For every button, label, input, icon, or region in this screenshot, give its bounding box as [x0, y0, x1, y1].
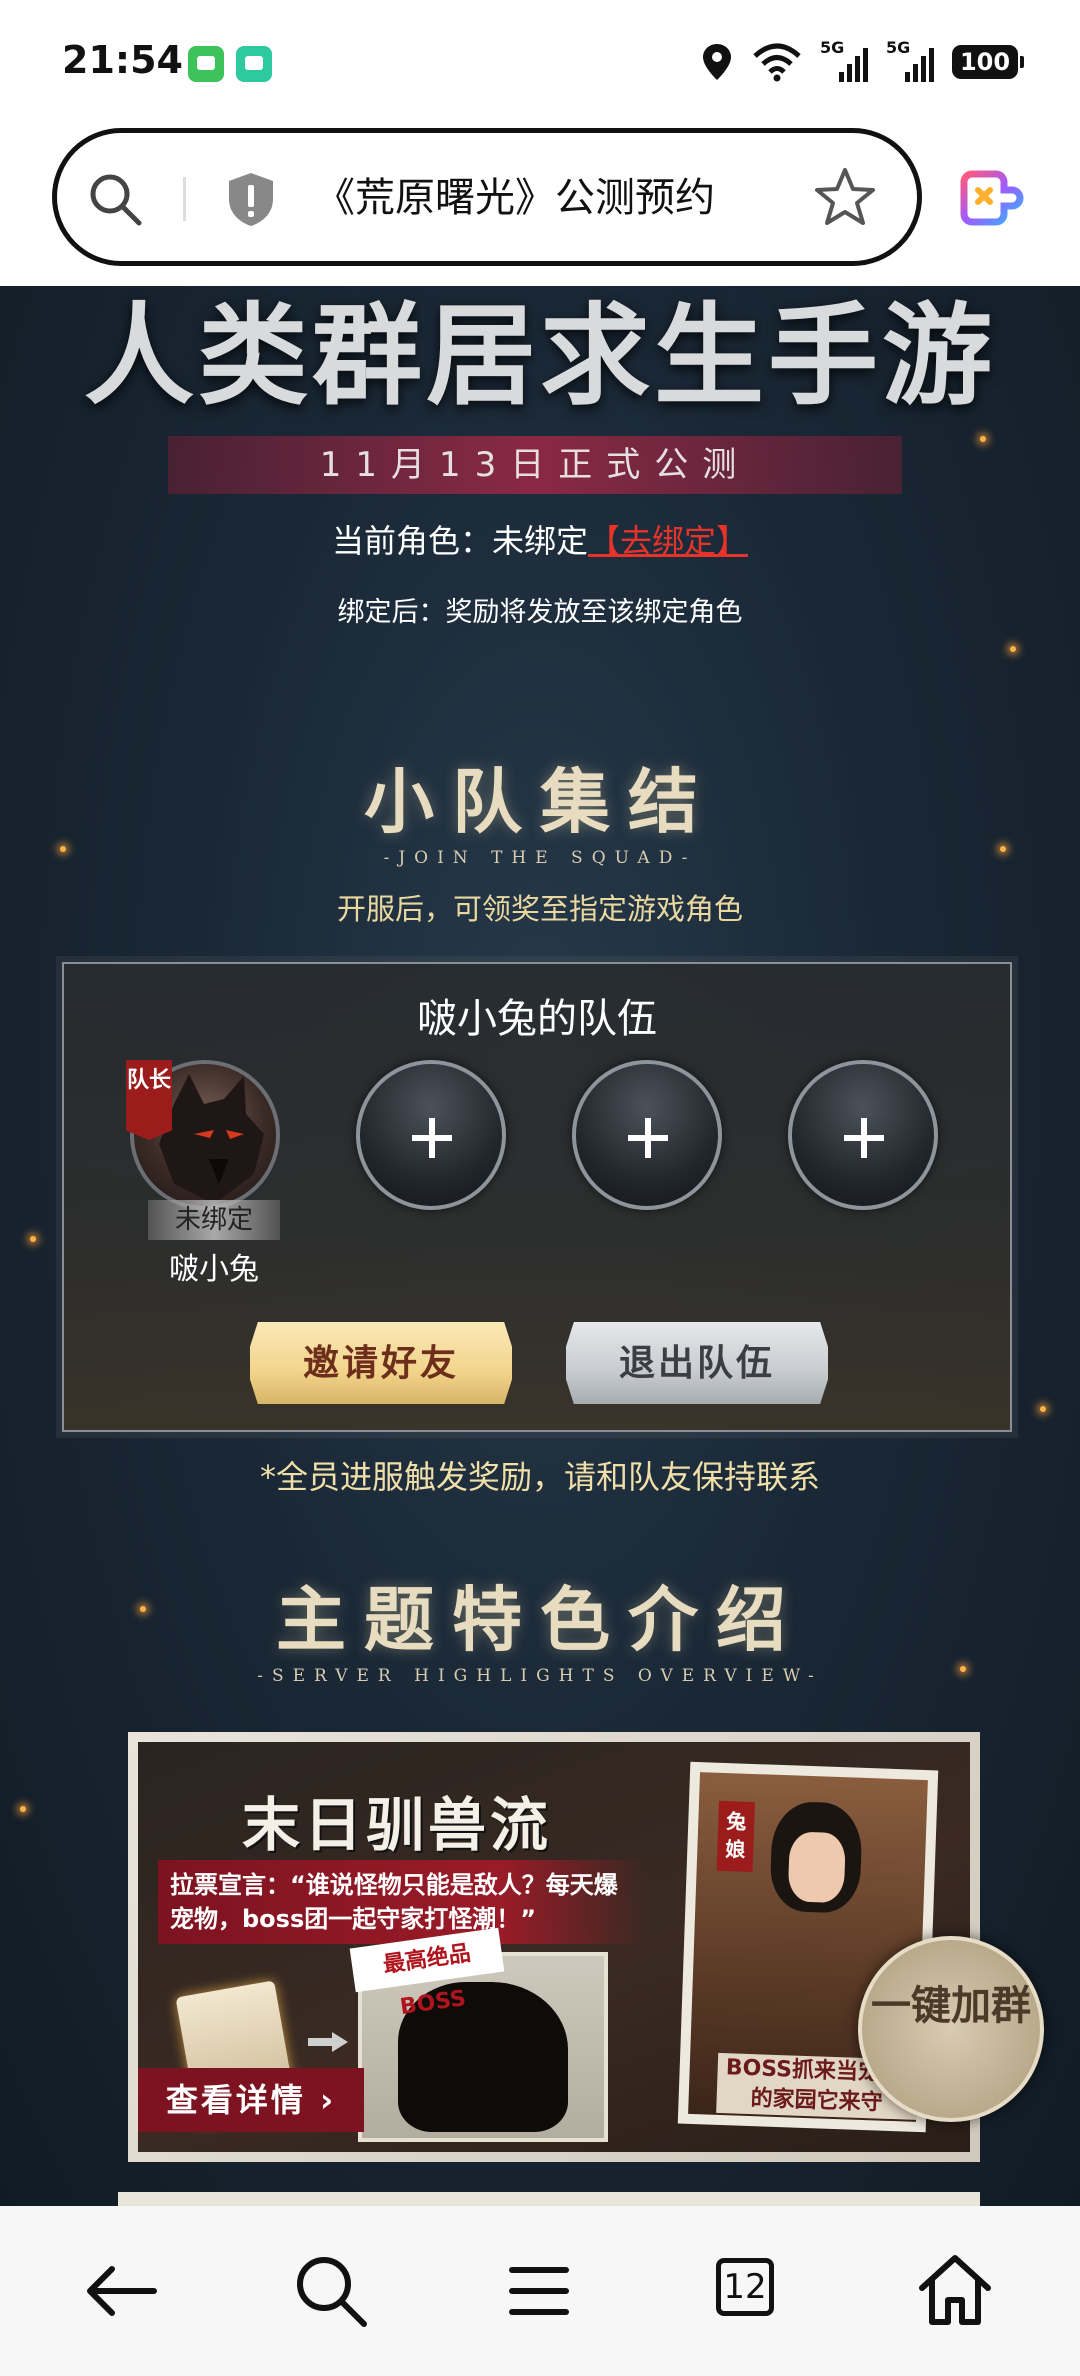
- menu-icon[interactable]: [494, 2246, 584, 2336]
- address-divider: [183, 177, 186, 221]
- view-details-button[interactable]: 查看详情 ›: [138, 2068, 364, 2132]
- back-arrow-icon[interactable]: [78, 2246, 168, 2336]
- hero-title: 人类群居求生手游: [84, 291, 996, 420]
- shield-icon[interactable]: [221, 169, 281, 229]
- tabs-count: 12: [716, 2258, 774, 2316]
- join-group-button[interactable]: 一键加群: [858, 1936, 1044, 2122]
- arrow-right-icon: [308, 2032, 348, 2052]
- location-icon: [703, 44, 731, 80]
- web-content[interactable]: 人类群居求生手游 11月13日正式公测 当前角色：未绑定【去绑定】 绑定后：奖励…: [0, 286, 1080, 2206]
- message-notification-icon: [188, 46, 224, 82]
- leader-tag: 队长: [126, 1060, 172, 1140]
- feature-quote: 拉票宣言：“谁说怪物只能是敌人？每天爆宠物，boss团一起守家打怪潮！”: [158, 1860, 648, 1944]
- squad-section-desc: 开服后，可领奖至指定游戏角色: [336, 892, 743, 926]
- add-member-slot-1[interactable]: [356, 1060, 506, 1210]
- next-card-edge: [118, 2192, 980, 2206]
- quit-team-button[interactable]: 退出队伍: [566, 1322, 828, 1404]
- add-member-slot-3[interactable]: [788, 1060, 938, 1210]
- squad-section-subtitle: -JOIN THE SQUAD-: [383, 848, 697, 868]
- current-role-text: 当前角色：未绑定: [331, 522, 588, 560]
- feature-section-subtitle: -SERVER HIGHLIGHTS OVERVIEW-: [257, 1666, 823, 1686]
- feature-card[interactable]: 末日驯兽流 拉票宣言：“谁说怪物只能是敌人？每天爆宠物，boss团一起守家打怪潮…: [128, 1732, 980, 2162]
- feature-card-title: 末日驯兽流: [242, 1791, 553, 1859]
- status-time: 21:54: [62, 38, 183, 82]
- invite-friends-button[interactable]: 邀请好友: [250, 1322, 512, 1404]
- feature-section-title: 主题特色介绍: [276, 1578, 804, 1661]
- launch-date-banner: 11月13日正式公测: [168, 436, 902, 494]
- search-icon[interactable]: [85, 169, 145, 229]
- squad-panel: 啵小兔的队伍 队长 未绑定 啵小兔 邀请好友 退出队伍: [62, 962, 1012, 1432]
- home-icon[interactable]: [910, 2246, 1000, 2336]
- cellular-signal-1-icon: 5G: [820, 38, 868, 84]
- browser-toolbar: 《荒原曙光》公测预约: [0, 120, 1080, 286]
- bottom-navigation: 12: [0, 2206, 1080, 2376]
- app-notification-icon: [236, 46, 272, 82]
- page-title[interactable]: 《荒原曙光》公测预约: [315, 167, 825, 229]
- leader-name: 啵小兔: [169, 1252, 259, 1287]
- squad-section-title: 小队集结: [364, 760, 716, 843]
- team-name: 啵小兔的队伍: [417, 996, 657, 1042]
- battery-indicator: 100: [952, 45, 1024, 79]
- squad-note: *全员进服触发奖励，请和队友保持联系: [259, 1458, 820, 1496]
- address-bar[interactable]: 《荒原曙光》公测预约: [52, 128, 922, 266]
- cellular-signal-2-icon: 5G: [886, 38, 934, 84]
- bind-role-link[interactable]: 【去绑定】: [588, 522, 748, 560]
- add-member-slot-2[interactable]: [572, 1060, 722, 1210]
- current-role-line: 当前角色：未绑定【去绑定】: [0, 516, 1080, 562]
- leader-status-tag: 未绑定: [148, 1200, 280, 1240]
- wifi-icon: [753, 43, 801, 82]
- tabs-button[interactable]: 12: [702, 2246, 792, 2336]
- bind-note: 绑定后：奖励将发放至该绑定角色: [337, 597, 743, 628]
- bookmark-star-icon[interactable]: [813, 165, 877, 229]
- extensions-icon[interactable]: [960, 166, 1024, 230]
- search-icon[interactable]: [286, 2246, 376, 2336]
- status-bar: 21:54 5G 5G 100: [0, 0, 1080, 120]
- photo-tag: 兔娘: [716, 1800, 756, 1873]
